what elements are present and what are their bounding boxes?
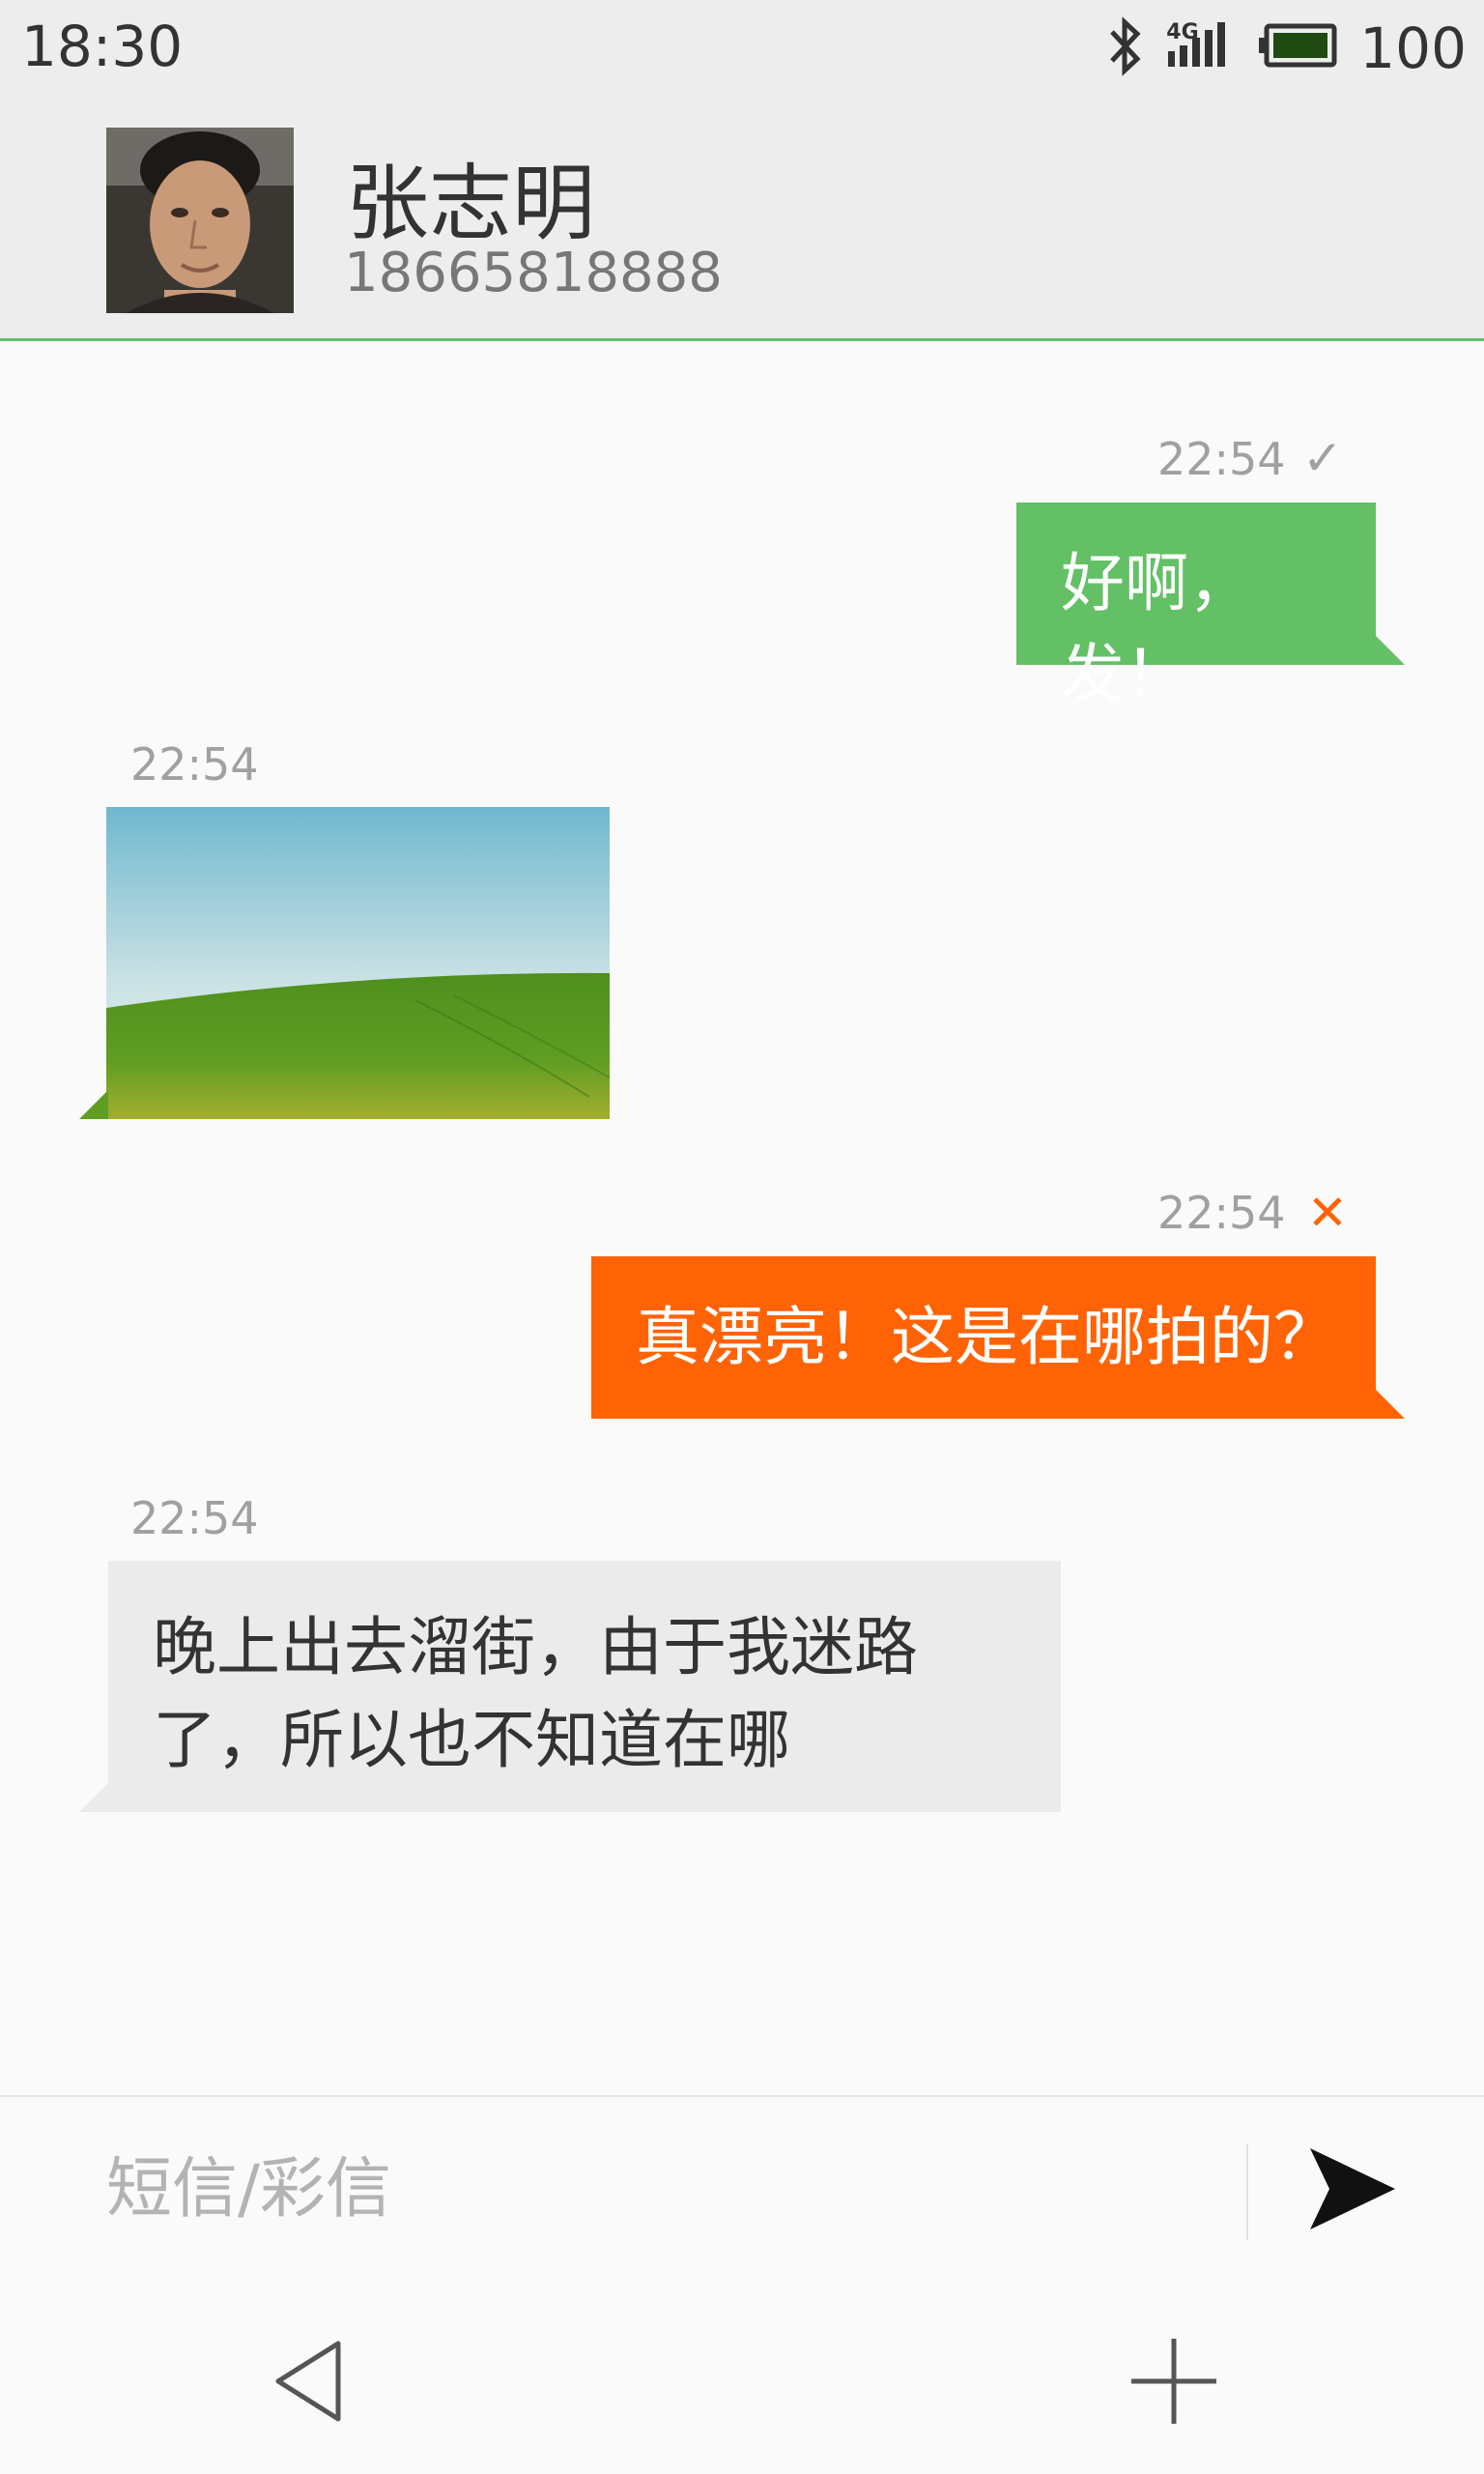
status-icons: 4G 100 [1106, 12, 1467, 85]
battery-level: 100 [1359, 15, 1467, 81]
message-time: 22:54 [1157, 1187, 1286, 1239]
image-attachment[interactable] [106, 807, 610, 1119]
contact-avatar[interactable] [106, 128, 294, 313]
contact-phone: 18665818888 [344, 242, 723, 304]
status-bar: 18:30 4G 100 [0, 0, 1484, 97]
message-time: 22:54 [130, 738, 259, 791]
failed-x-icon[interactable]: ✕ [1307, 1185, 1348, 1241]
message-input[interactable] [106, 2136, 1217, 2242]
back-button[interactable] [261, 2323, 357, 2439]
message-bubble-outgoing[interactable]: 好啊，发！ [1016, 503, 1405, 711]
contact-name: 张志明 [346, 156, 595, 252]
status-time: 18:30 [21, 14, 184, 79]
compose-bar [0, 2095, 1484, 2290]
send-button[interactable] [1295, 2136, 1411, 2242]
message-bubble-incoming[interactable]: 晚上出去溜街，由于我迷路了，所以也不知道在哪 [79, 1561, 1061, 1812]
add-button[interactable] [1121, 2323, 1227, 2439]
navigation-bar [0, 2288, 1484, 2474]
landscape-image [106, 807, 610, 1119]
message-text: 好啊，发！ [1061, 546, 1252, 711]
battery-icon [1257, 22, 1338, 74]
send-icon [1310, 2148, 1395, 2229]
input-divider [1246, 2143, 1248, 2240]
message-text: 晚上出去溜街，由于我迷路了，所以也不知道在哪 [153, 1610, 918, 1777]
message-bubble-outgoing-failed[interactable]: 真漂亮！这是在哪拍的？ [591, 1256, 1405, 1419]
back-triangle-icon [275, 2341, 341, 2422]
message-time: 22:54 [130, 1492, 259, 1544]
message-time: 22:54 [1157, 433, 1286, 485]
message-text: 真漂亮！这是在哪拍的？ [636, 1300, 1337, 1374]
sent-check-icon: ✓ [1302, 430, 1343, 486]
chat-header: 张志明 18665818888 [0, 97, 1484, 341]
plus-icon [1131, 2339, 1216, 2424]
signal-icon: 4G [1166, 18, 1236, 78]
bluetooth-icon [1106, 16, 1145, 80]
